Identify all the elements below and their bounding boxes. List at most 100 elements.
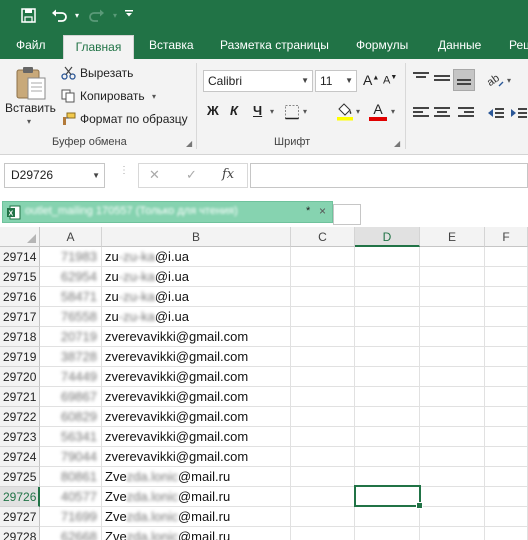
row-header[interactable]: 29726 [0,487,40,507]
cell-d[interactable] [355,407,420,427]
cell-b[interactable]: Zvezda.lonic@mail.ru [102,467,291,487]
cell-e[interactable] [420,447,485,467]
tab-data[interactable]: Данные [438,32,481,59]
copy-dropdown-icon[interactable]: ▾ [152,92,156,101]
cell-f[interactable] [485,507,528,527]
cell-c[interactable] [291,247,355,267]
cell-c[interactable] [291,367,355,387]
cell-c[interactable] [291,487,355,507]
name-box[interactable]: D29726 ▼ [4,163,105,188]
cell-a[interactable]: 40577 [40,487,102,507]
cell-c[interactable] [291,407,355,427]
cell-f[interactable] [485,487,528,507]
cell-a[interactable]: 62668 [40,527,102,540]
cell-b[interactable]: zverevavikki@gmail.com [102,327,291,347]
copy-button[interactable]: Копировать [80,89,145,103]
cell-a[interactable]: 71699 [40,507,102,527]
spreadsheet-grid[interactable]: A B C D E F 29714 71983 zu-zu-ka@i.ua 29715… [0,227,528,540]
cell-a[interactable]: 60829 [40,407,102,427]
enter-icon[interactable]: ✓ [186,167,197,183]
cell-e[interactable] [420,307,485,327]
cell-d[interactable] [355,327,420,347]
borders-icon[interactable] [284,104,300,123]
save-icon[interactable] [17,5,39,27]
cell-f[interactable] [485,527,528,540]
column-header-f[interactable]: F [485,227,528,247]
active-cell-outline[interactable] [354,485,423,509]
cell-a[interactable]: 20719 [40,327,102,347]
paste-label[interactable]: Вставить [5,101,56,115]
cell-e[interactable] [420,347,485,367]
cell-e[interactable] [420,467,485,487]
cell-b[interactable]: zu-zu-ka@i.ua [102,247,291,267]
cell-b[interactable]: zverevavikki@gmail.com [102,347,291,367]
cell-d[interactable] [355,507,420,527]
column-header-c[interactable]: C [291,227,355,247]
cell-b[interactable]: zu-zu-ka@i.ua [102,287,291,307]
row-header[interactable]: 29724 [0,447,40,467]
row-header[interactable]: 29717 [0,307,40,327]
cell-a[interactable]: 71983 [40,247,102,267]
cell-f[interactable] [485,427,528,447]
cell-a[interactable]: 76558 [40,307,102,327]
underline-button[interactable]: Ч [253,103,262,118]
cell-d[interactable] [355,247,420,267]
tab-review[interactable]: Рец [509,32,528,59]
font-color-button[interactable]: A [369,101,387,121]
column-header-e[interactable]: E [420,227,485,247]
cell-f[interactable] [485,287,528,307]
select-all-button[interactable] [0,227,40,247]
row-header[interactable]: 29714 [0,247,40,267]
undo-dropdown-icon[interactable]: ▾ [66,5,88,27]
close-icon[interactable]: × [319,204,326,218]
row-header[interactable]: 29727 [0,507,40,527]
cell-a[interactable]: 58471 [40,287,102,307]
row-header[interactable]: 29723 [0,427,40,447]
tab-page-layout[interactable]: Разметка страницы [220,32,329,59]
cell-e[interactable] [420,367,485,387]
cell-a[interactable]: 38728 [40,347,102,367]
cell-d[interactable] [355,307,420,327]
formula-input[interactable] [250,163,528,188]
cell-b[interactable]: zverevavikki@gmail.com [102,407,291,427]
cell-b[interactable]: zverevavikki@gmail.com [102,387,291,407]
orientation-dropdown-icon[interactable]: ▾ [507,76,511,85]
row-header[interactable]: 29728 [0,527,40,540]
cell-c[interactable] [291,347,355,367]
row-header[interactable]: 29715 [0,267,40,287]
font-color-dropdown-icon[interactable]: ▾ [391,107,395,116]
decrease-indent-icon[interactable] [487,105,505,124]
cell-f[interactable] [485,387,528,407]
align-middle-icon[interactable] [434,73,450,87]
borders-dropdown-icon[interactable]: ▾ [303,107,307,116]
cell-d[interactable] [355,267,420,287]
increase-font-size-button[interactable]: A▲ [363,72,379,88]
align-left-icon[interactable] [413,107,429,121]
cell-a[interactable]: 79044 [40,447,102,467]
cell-b[interactable]: Zvezda.lonic@mail.ru [102,527,291,540]
cell-e[interactable] [420,427,485,447]
cell-a[interactable]: 69867 [40,387,102,407]
cell-c[interactable] [291,507,355,527]
cell-c[interactable] [291,387,355,407]
fill-color-icon[interactable] [336,101,354,124]
cell-b[interactable]: zverevavikki@gmail.com [102,427,291,447]
cell-c[interactable] [291,527,355,540]
underline-dropdown-icon[interactable]: ▾ [270,107,274,116]
cell-e[interactable] [420,527,485,540]
cell-e[interactable] [420,487,485,507]
resize-handle-icon[interactable]: ⋮ [119,166,129,183]
tab-formulas[interactable]: Формулы [356,32,408,59]
row-header[interactable]: 29720 [0,367,40,387]
cell-e[interactable] [420,507,485,527]
cell-f[interactable] [485,347,528,367]
cell-f[interactable] [485,367,528,387]
cell-b[interactable]: Zvezda.lonic@mail.ru [102,507,291,527]
clipboard-launcher-icon[interactable]: ◢ [186,139,192,148]
cell-a[interactable]: 62954 [40,267,102,287]
cell-d[interactable] [355,447,420,467]
column-header-a[interactable]: A [40,227,102,247]
column-header-b[interactable]: B [102,227,291,247]
font-size-select[interactable]: 11 ▼ [315,70,357,92]
cell-c[interactable] [291,307,355,327]
